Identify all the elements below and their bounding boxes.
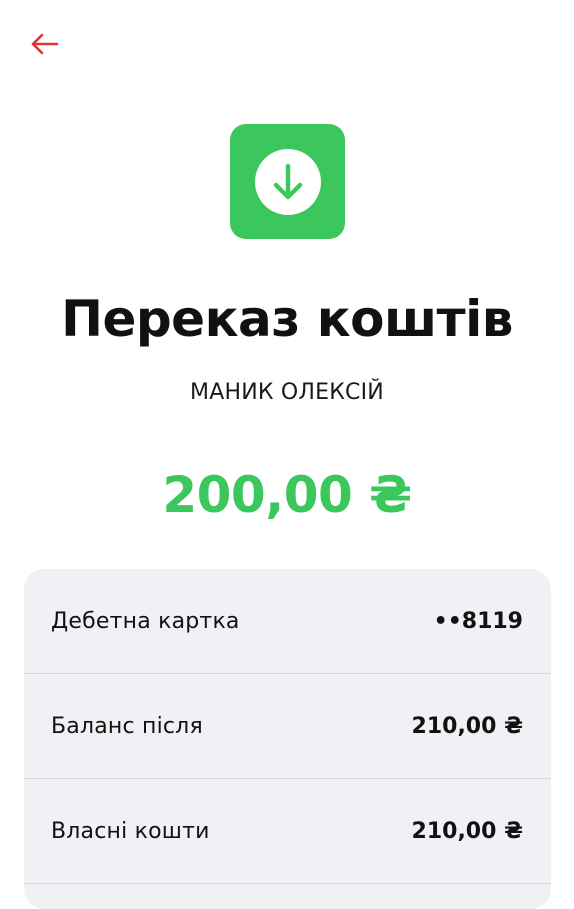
transaction-type-badge (230, 124, 345, 239)
detail-row-own-funds[interactable]: Власні кошти 210,00 ₴ (24, 779, 551, 883)
page-title: Переказ коштів (61, 290, 513, 348)
detail-row-balance-after[interactable]: Баланс після 210,00 ₴ (24, 674, 551, 778)
divider (24, 883, 551, 884)
arrow-left-icon (31, 33, 59, 55)
detail-value: 210,00 ₴ (411, 713, 523, 739)
back-button[interactable] (24, 26, 64, 62)
detail-label: Баланс після (51, 713, 203, 739)
detail-value: ••8119 (433, 608, 523, 634)
detail-label: Власні кошти (51, 818, 210, 844)
details-card: Дебетна картка ••8119 Баланс після 210,0… (24, 569, 551, 909)
detail-value: 210,00 ₴ (411, 818, 523, 844)
arrow-down-icon (254, 148, 321, 215)
detail-label: Дебетна картка (51, 608, 240, 634)
detail-row-debit-card[interactable]: Дебетна картка ••8119 (24, 569, 551, 673)
transaction-amount: 200,00 ₴ (162, 466, 412, 524)
counterparty-name: МАНИК ОЛЕКСІЙ (190, 380, 384, 405)
